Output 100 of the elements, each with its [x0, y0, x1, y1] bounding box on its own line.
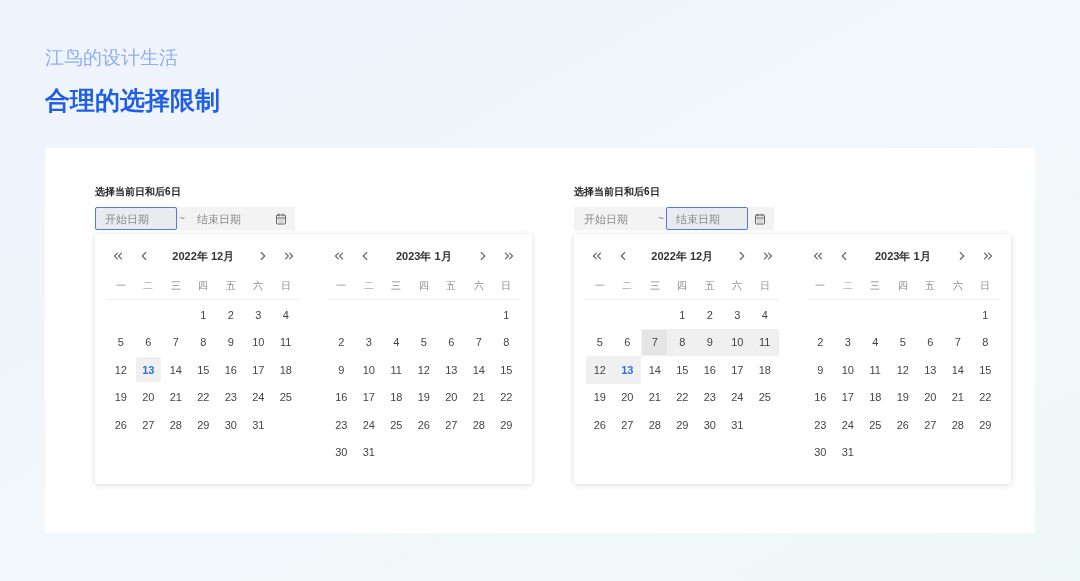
calendar-day[interactable]: 16 — [218, 357, 244, 383]
calendar-day[interactable]: 25 — [383, 412, 409, 438]
calendar-day[interactable]: 29 — [190, 412, 216, 438]
calendar-day[interactable]: 20 — [438, 384, 464, 410]
calendar-day[interactable]: 30 — [697, 412, 723, 438]
calendar-day[interactable]: 14 — [642, 357, 668, 383]
calendar-day[interactable]: 2 — [328, 329, 354, 355]
calendar-day[interactable]: 5 — [108, 329, 134, 355]
calendar-day[interactable]: 24 — [356, 412, 382, 438]
calendar-day[interactable]: 26 — [108, 412, 134, 438]
calendar-day[interactable]: 21 — [642, 384, 668, 410]
calendar-day[interactable]: 3 — [356, 329, 382, 355]
calendar-day[interactable]: 18 — [383, 384, 409, 410]
calendar-day[interactable]: 22 — [669, 384, 695, 410]
date-input-field[interactable]: 开始日期 — [574, 207, 656, 230]
next-year-icon[interactable] — [981, 249, 995, 263]
calendar-day[interactable]: 22 — [190, 384, 216, 410]
calendar-day[interactable]: 17 — [356, 384, 382, 410]
calendar-day[interactable]: 20 — [614, 384, 640, 410]
previous-year-icon[interactable] — [111, 249, 125, 263]
calendar-day[interactable]: 11 — [383, 357, 409, 383]
calendar-day[interactable]: 27 — [438, 412, 464, 438]
calendar-day[interactable]: 19 — [587, 384, 613, 410]
calendar-day[interactable]: 31 — [724, 412, 750, 438]
calendar-day[interactable]: 12 — [890, 357, 916, 383]
calendar-day[interactable]: 14 — [945, 357, 971, 383]
calendar-day[interactable]: 30 — [807, 439, 833, 465]
calendar-day[interactable]: 30 — [218, 412, 244, 438]
calendar-day[interactable]: 19 — [890, 384, 916, 410]
calendar-day[interactable]: 2 — [807, 329, 833, 355]
calendar-day[interactable]: 18 — [862, 384, 888, 410]
calendar-day[interactable]: 15 — [669, 357, 695, 383]
calendar-day[interactable]: 7 — [466, 329, 492, 355]
calendar-day[interactable]: 27 — [917, 412, 943, 438]
calendar-day[interactable]: 10 — [835, 357, 861, 383]
calendar-icon[interactable] — [274, 212, 287, 225]
calendar-day[interactable]: 1 — [669, 302, 695, 328]
calendar-day[interactable]: 9 — [807, 357, 833, 383]
calendar-day[interactable]: 5 — [587, 329, 613, 355]
calendar-day[interactable]: 29 — [493, 412, 519, 438]
calendar-day[interactable]: 22 — [493, 384, 519, 410]
calendar-day[interactable]: 19 — [411, 384, 437, 410]
calendar-day[interactable]: 5 — [890, 329, 916, 355]
calendar-day[interactable]: 11 — [862, 357, 888, 383]
calendar-day[interactable]: 26 — [587, 412, 613, 438]
calendar-day[interactable]: 4 — [383, 329, 409, 355]
calendar-day[interactable]: 31 — [356, 439, 382, 465]
calendar-day[interactable]: 23 — [807, 412, 833, 438]
calendar-day[interactable]: 5 — [411, 329, 437, 355]
calendar-day[interactable]: 9 — [328, 357, 354, 383]
calendar-day[interactable]: 24 — [724, 384, 750, 410]
calendar-day[interactable]: 15 — [493, 357, 519, 383]
calendar-day[interactable]: 21 — [163, 384, 189, 410]
calendar-day[interactable]: 25 — [862, 412, 888, 438]
date-input-field[interactable]: 结束日期 — [186, 207, 269, 230]
calendar-day[interactable]: 23 — [697, 384, 723, 410]
calendar-day[interactable]: 13 — [135, 357, 161, 383]
calendar-day[interactable]: 26 — [411, 412, 437, 438]
calendar-day[interactable]: 30 — [328, 439, 354, 465]
calendar-day[interactable]: 16 — [697, 357, 723, 383]
calendar-day[interactable]: 20 — [135, 384, 161, 410]
calendar-day[interactable]: 17 — [724, 357, 750, 383]
calendar-day[interactable]: 6 — [917, 329, 943, 355]
calendar-day[interactable]: 10 — [245, 329, 271, 355]
calendar-day[interactable]: 15 — [972, 357, 998, 383]
calendar-day[interactable]: 25 — [752, 384, 778, 410]
calendar-day[interactable]: 22 — [972, 384, 998, 410]
calendar-day[interactable]: 1 — [972, 302, 998, 328]
calendar-day[interactable]: 4 — [862, 329, 888, 355]
calendar-day[interactable]: 25 — [273, 384, 299, 410]
calendar-day[interactable]: 3 — [245, 302, 271, 328]
calendar-day[interactable]: 29 — [669, 412, 695, 438]
next-year-icon[interactable] — [502, 249, 516, 263]
calendar-day[interactable]: 17 — [835, 384, 861, 410]
date-input-field[interactable]: 开始日期 — [95, 207, 177, 230]
calendar-day[interactable]: 3 — [835, 329, 861, 355]
calendar-day[interactable]: 15 — [190, 357, 216, 383]
calendar-day[interactable]: 18 — [752, 357, 778, 383]
calendar-day[interactable]: 28 — [163, 412, 189, 438]
calendar-day[interactable]: 7 — [642, 329, 668, 355]
calendar-day[interactable]: 8 — [190, 329, 216, 355]
calendar-day[interactable]: 6 — [135, 329, 161, 355]
calendar-day[interactable]: 11 — [273, 329, 299, 355]
calendar-day[interactable]: 28 — [642, 412, 668, 438]
calendar-day[interactable]: 29 — [972, 412, 998, 438]
calendar-day[interactable]: 16 — [807, 384, 833, 410]
calendar-day[interactable]: 23 — [218, 384, 244, 410]
calendar-day[interactable]: 3 — [724, 302, 750, 328]
calendar-day[interactable]: 27 — [614, 412, 640, 438]
calendar-day[interactable]: 12 — [108, 357, 134, 383]
calendar-day[interactable]: 8 — [493, 329, 519, 355]
calendar-day[interactable]: 6 — [614, 329, 640, 355]
calendar-day[interactable]: 21 — [945, 384, 971, 410]
calendar-day[interactable]: 13 — [438, 357, 464, 383]
calendar-day[interactable]: 26 — [890, 412, 916, 438]
calendar-day[interactable]: 16 — [328, 384, 354, 410]
calendar-day[interactable]: 7 — [163, 329, 189, 355]
calendar-day[interactable]: 2 — [218, 302, 244, 328]
calendar-day[interactable]: 6 — [438, 329, 464, 355]
calendar-day[interactable]: 18 — [273, 357, 299, 383]
